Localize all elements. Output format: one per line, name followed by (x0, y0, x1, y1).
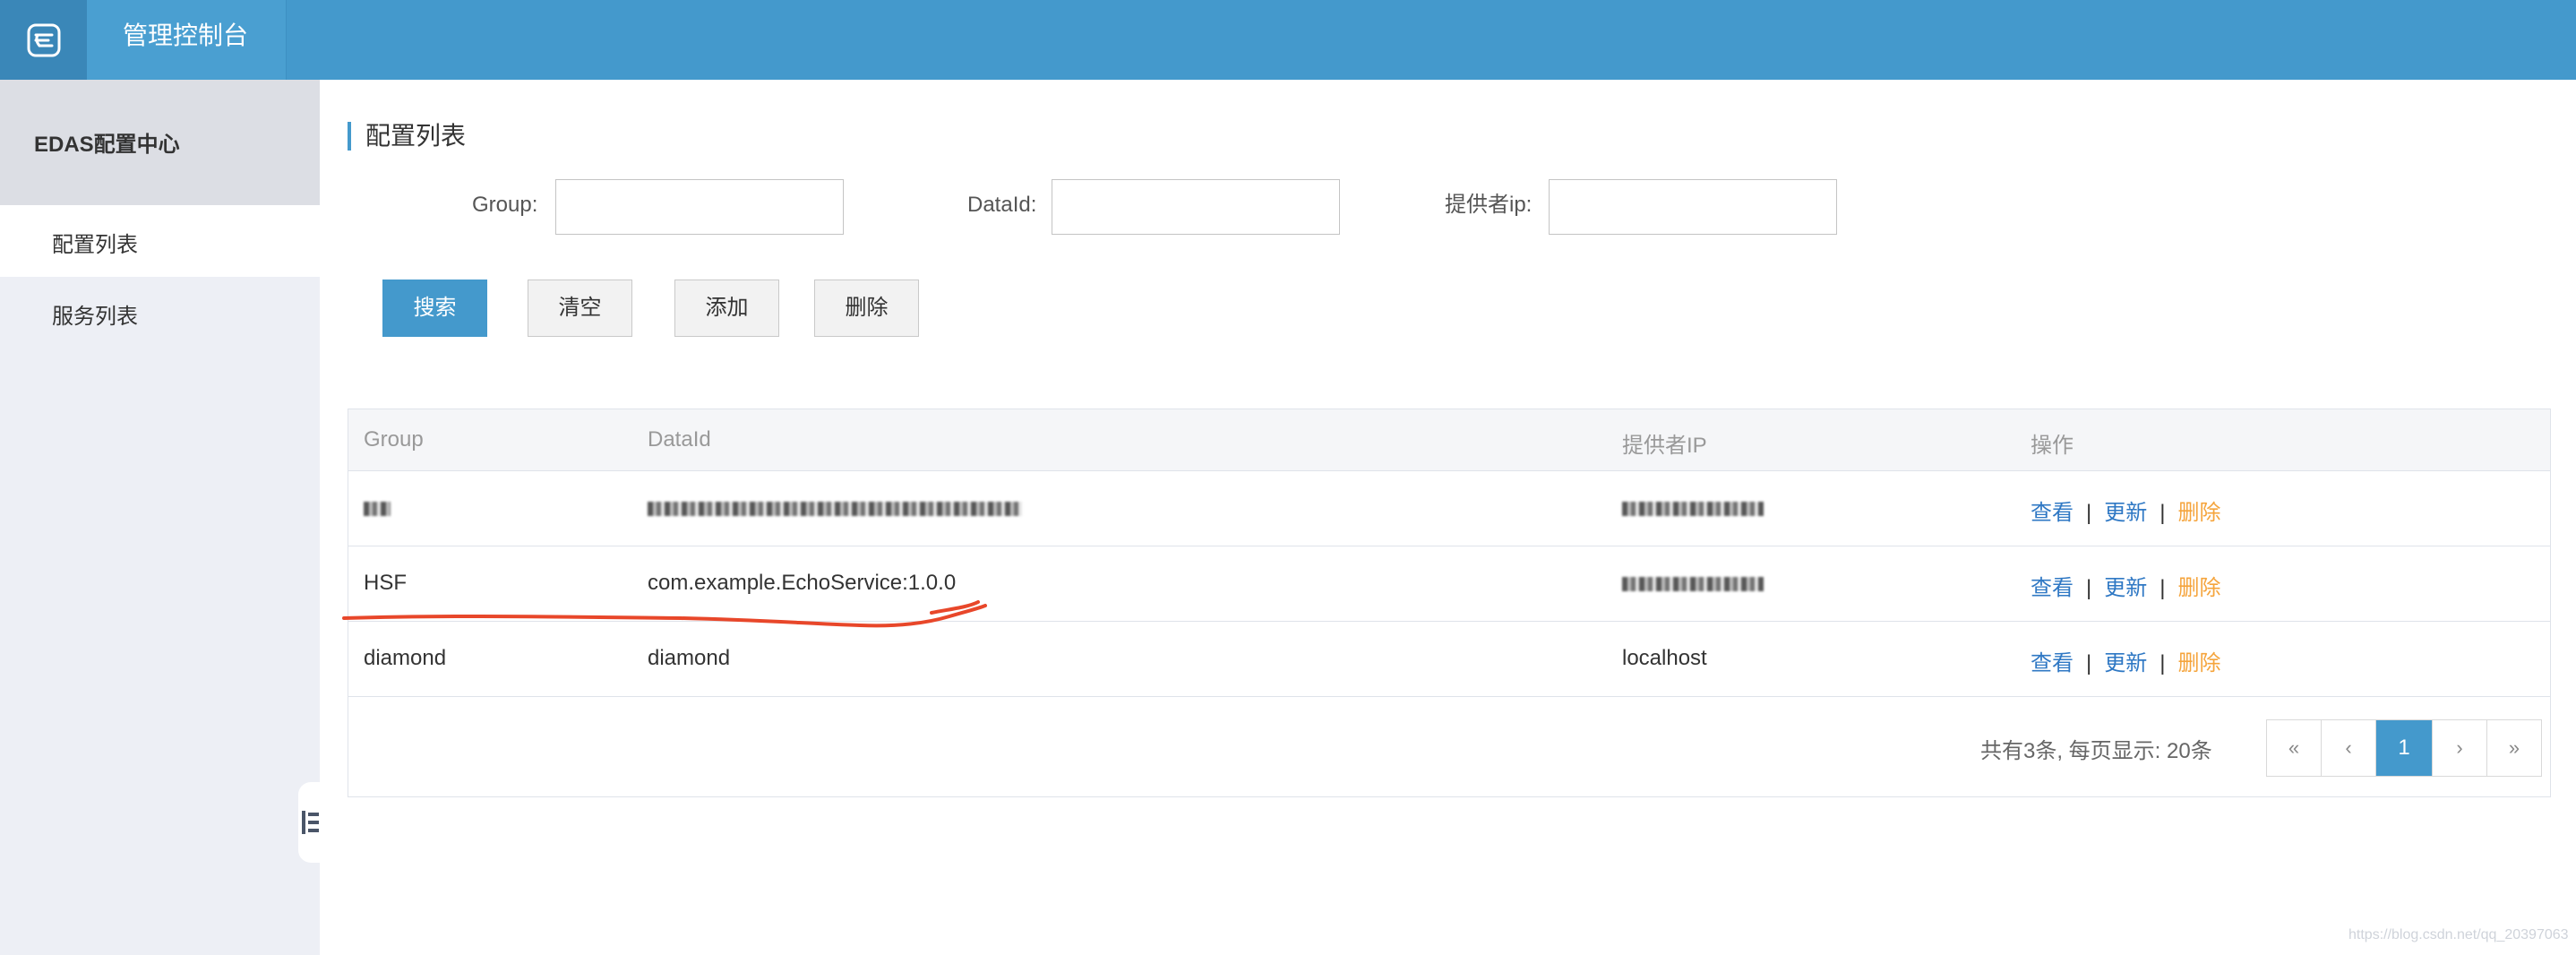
app-title: 管理控制台 (123, 22, 249, 49)
separator: | (2160, 651, 2166, 675)
dataid-label: DataId: (967, 193, 1037, 217)
sidebar-collapse-toggle[interactable] (298, 782, 322, 863)
cell-group: HSF (364, 571, 407, 595)
cell-dataid: diamond (648, 646, 731, 670)
provider-ip-label: 提供者ip: (1445, 193, 1533, 217)
sidebar-item-label: 服务列表 (52, 305, 138, 329)
delete-link[interactable]: 删除 (2177, 651, 2220, 675)
column-header-dataid: DataId (648, 427, 711, 452)
delete-link[interactable]: 删除 (2177, 501, 2220, 525)
group-input[interactable] (555, 179, 844, 235)
prev-page-button[interactable]: ‹ (2322, 720, 2376, 776)
view-link[interactable]: 查看 (2031, 651, 2074, 675)
redacted-cell (364, 495, 391, 521)
add-button[interactable]: 添加 (674, 280, 779, 337)
update-link[interactable]: 更新 (2104, 501, 2147, 525)
column-header-group: Group (364, 427, 424, 452)
view-link[interactable]: 查看 (2031, 501, 2074, 525)
config-table: Group DataId 提供者IP 操作 查看 | 更新 | 删除 HSF com.e… (348, 409, 2551, 797)
clear-button[interactable]: 清空 (528, 280, 632, 337)
redacted-cell (648, 495, 1022, 521)
separator: | (2160, 501, 2166, 525)
sidebar-title: EDAS配置中心 (34, 133, 180, 157)
last-page-button[interactable]: » (2487, 720, 2541, 776)
watermark: https://blog.csdn.net/qq_20397063 (2348, 927, 2569, 942)
sidebar-item-label: 配置列表 (52, 233, 138, 257)
next-page-button[interactable]: › (2433, 720, 2487, 776)
delete-button[interactable]: 删除 (814, 280, 919, 337)
sidebar-item-config-list[interactable]: 配置列表 (0, 205, 320, 277)
row-actions: 查看 | 更新 | 删除 (2031, 495, 2220, 526)
top-navbar: 管理控制台 (0, 0, 2576, 80)
update-link[interactable]: 更新 (2104, 651, 2147, 675)
group-label: Group: (472, 193, 538, 217)
cell-dataid: com.example.EchoService:1.0.0 (648, 571, 957, 595)
provider-ip-input[interactable] (1549, 179, 1837, 235)
column-header-actions: 操作 (2031, 434, 2074, 458)
separator: | (2160, 576, 2166, 600)
row-actions: 查看 | 更新 | 删除 (2031, 570, 2220, 601)
logo[interactable] (0, 0, 87, 80)
cloud-logo-icon (27, 23, 60, 56)
cell-provider-ip: localhost (1622, 646, 1707, 670)
sidebar: EDAS配置中心 配置列表 服务列表 (0, 80, 322, 955)
view-link[interactable]: 查看 (2031, 576, 2074, 600)
collapse-icon (302, 811, 319, 834)
dataid-input[interactable] (1052, 179, 1340, 235)
page-title: 配置列表 (348, 122, 466, 151)
search-button[interactable]: 搜索 (382, 280, 487, 337)
column-header-provider-ip: 提供者IP (1622, 434, 1707, 458)
cell-group: diamond (364, 646, 447, 670)
page-1-button[interactable]: 1 (2376, 720, 2433, 776)
redacted-cell (1622, 571, 1764, 596)
pagination: « ‹ 1 › » (2266, 719, 2542, 777)
table-row: diamond diamond localhost 查看 | 更新 | 删除 (348, 621, 2550, 697)
table-row: 查看 | 更新 | 删除 (348, 470, 2550, 546)
row-actions: 查看 | 更新 | 删除 (2031, 645, 2220, 676)
pagination-info: 共有3条, 每页显示: 20条 (1980, 739, 2212, 763)
sidebar-header: EDAS配置中心 (0, 80, 320, 205)
separator: | (2086, 501, 2092, 525)
table-header: Group DataId 提供者IP 操作 (348, 409, 2550, 471)
sidebar-item-service-list[interactable]: 服务列表 (0, 277, 320, 348)
separator: | (2086, 651, 2092, 675)
first-page-button[interactable]: « (2267, 720, 2322, 776)
separator: | (2086, 576, 2092, 600)
table-row: HSF com.example.EchoService:1.0.0 查看 | 更新 |… (348, 546, 2550, 622)
redacted-cell (1622, 495, 1764, 521)
delete-link[interactable]: 删除 (2177, 576, 2220, 600)
update-link[interactable]: 更新 (2104, 576, 2147, 600)
app-title-container: 管理控制台 (87, 0, 287, 80)
